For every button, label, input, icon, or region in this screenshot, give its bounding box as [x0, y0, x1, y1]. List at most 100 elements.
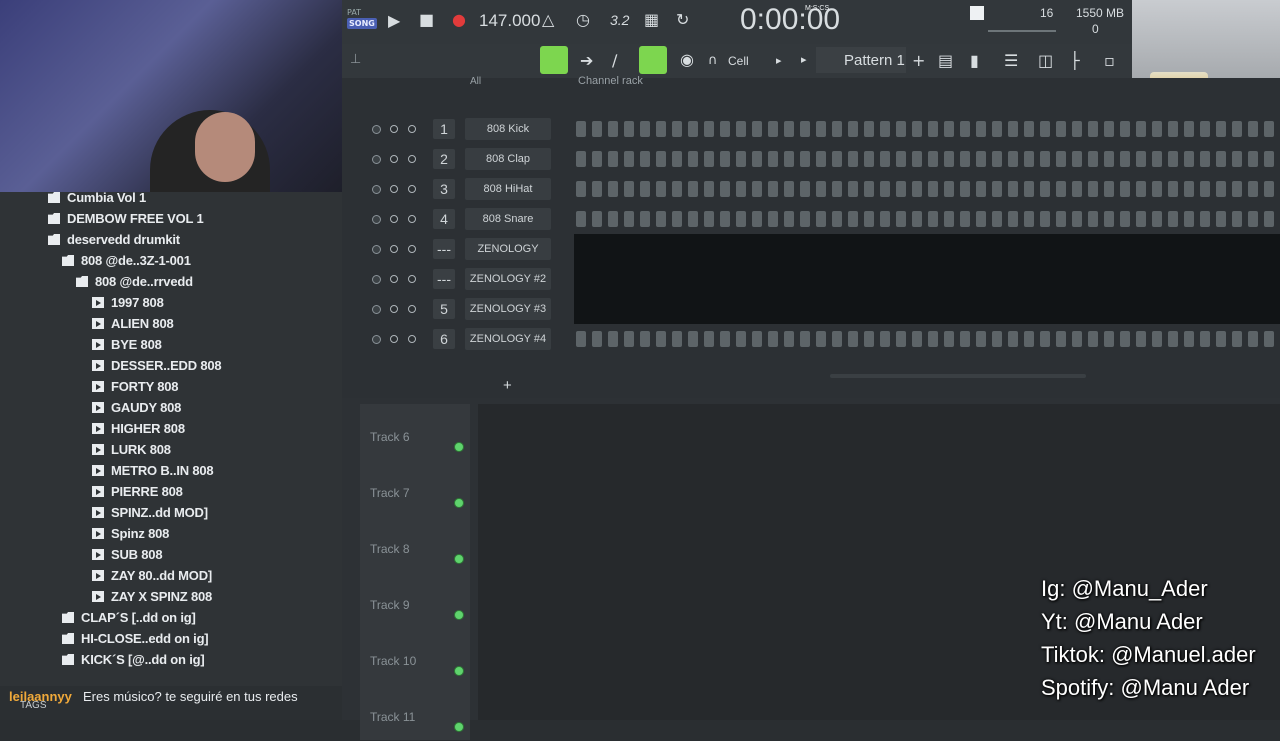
step-button[interactable] — [928, 331, 938, 347]
step-button[interactable] — [1200, 121, 1210, 137]
step-button[interactable] — [896, 181, 906, 197]
step-button[interactable] — [1120, 181, 1130, 197]
step-button[interactable] — [720, 121, 730, 137]
step-button[interactable] — [1040, 181, 1050, 197]
channel-name-button[interactable]: ZENOLOGY #3 — [465, 298, 551, 320]
step-sequencer[interactable] — [576, 178, 1280, 200]
step-button[interactable] — [832, 121, 842, 137]
plugin-icon[interactable]: ◫ — [1038, 51, 1053, 70]
step-button[interactable] — [1216, 181, 1226, 197]
step-button[interactable] — [944, 331, 954, 347]
step-button[interactable] — [784, 121, 794, 137]
step-button[interactable] — [976, 151, 986, 167]
step-button[interactable] — [896, 121, 906, 137]
step-button[interactable] — [576, 151, 586, 167]
step-button[interactable] — [768, 181, 778, 197]
browser-item[interactable]: DESSER..EDD 808 — [92, 356, 222, 376]
step-button[interactable] — [1168, 331, 1178, 347]
step-button[interactable] — [1264, 151, 1274, 167]
step-button[interactable] — [704, 121, 714, 137]
step-button[interactable] — [752, 331, 762, 347]
step-button[interactable] — [656, 181, 666, 197]
step-button[interactable] — [704, 181, 714, 197]
step-button[interactable] — [816, 211, 826, 227]
step-button[interactable] — [672, 121, 682, 137]
step-button[interactable] — [1136, 121, 1146, 137]
step-button[interactable] — [1248, 121, 1258, 137]
step-button[interactable] — [784, 211, 794, 227]
channel-mixer-track[interactable]: --- — [433, 269, 455, 289]
track-header[interactable]: Track 10 — [360, 628, 470, 685]
step-button[interactable] — [608, 151, 618, 167]
channel-name-button[interactable]: 808 Kick — [465, 118, 551, 140]
step-button[interactable] — [1024, 121, 1034, 137]
browser-item[interactable]: FORTY 808 — [92, 377, 179, 397]
step-button[interactable] — [992, 331, 1002, 347]
step-button[interactable] — [688, 121, 698, 137]
channel-mixer-track[interactable]: 6 — [433, 329, 455, 349]
step-button[interactable] — [1248, 211, 1258, 227]
track-enable-led[interactable] — [454, 666, 464, 676]
add-pattern-icon[interactable]: + — [912, 51, 925, 70]
step-button[interactable] — [1056, 121, 1066, 137]
step-button[interactable] — [848, 151, 858, 167]
step-button[interactable] — [608, 181, 618, 197]
channel-mute-led[interactable] — [372, 245, 381, 254]
channel-mute-led[interactable] — [372, 185, 381, 194]
step-button[interactable] — [624, 331, 634, 347]
channel-volume-knob[interactable] — [408, 245, 416, 253]
step-button[interactable] — [1104, 151, 1114, 167]
step-button[interactable] — [1232, 331, 1242, 347]
step-button[interactable] — [1088, 151, 1098, 167]
step-button[interactable] — [1200, 151, 1210, 167]
browser-item[interactable]: 808 @de..rrvedd — [76, 272, 193, 292]
step-button[interactable] — [720, 211, 730, 227]
step-button[interactable] — [976, 121, 986, 137]
step-button[interactable] — [1168, 151, 1178, 167]
step-button[interactable] — [944, 151, 954, 167]
track-header[interactable]: Track 6 — [360, 404, 470, 461]
step-button[interactable] — [992, 151, 1002, 167]
step-button[interactable] — [800, 121, 810, 137]
step-button[interactable] — [672, 211, 682, 227]
step-button[interactable] — [1024, 151, 1034, 167]
step-button[interactable] — [768, 331, 778, 347]
step-button[interactable] — [1168, 211, 1178, 227]
step-button[interactable] — [960, 211, 970, 227]
step-button[interactable] — [1088, 211, 1098, 227]
step-button[interactable] — [944, 121, 954, 137]
channel-name-button[interactable]: ZENOLOGY #2 — [465, 268, 551, 290]
channel-row[interactable]: 1 808 Kick — [342, 114, 1280, 144]
add-channel-button[interactable]: + — [503, 377, 512, 394]
file-icon[interactable]: ▫ — [1104, 51, 1115, 70]
step-button[interactable] — [656, 121, 666, 137]
track-header[interactable]: Track 9 — [360, 572, 470, 629]
step-button[interactable] — [576, 211, 586, 227]
step-button[interactable] — [752, 211, 762, 227]
step-button[interactable] — [1040, 121, 1050, 137]
step-button[interactable] — [976, 331, 986, 347]
step-button[interactable] — [960, 121, 970, 137]
step-button[interactable] — [1184, 151, 1194, 167]
browser-item[interactable]: deservedd drumkit — [48, 230, 180, 250]
step-button[interactable] — [784, 151, 794, 167]
step-button[interactable] — [1008, 211, 1018, 227]
step-button[interactable] — [912, 331, 922, 347]
channel-volume-knob[interactable] — [408, 155, 416, 163]
step-button[interactable] — [1216, 331, 1226, 347]
step-button[interactable] — [592, 211, 602, 227]
channel-mixer-track[interactable]: 2 — [433, 149, 455, 169]
step-button[interactable] — [1040, 331, 1050, 347]
browser-item[interactable]: GAUDY 808 — [92, 398, 181, 418]
step-button[interactable] — [816, 331, 826, 347]
piano-roll-preview[interactable] — [574, 294, 1280, 324]
step-button[interactable] — [624, 211, 634, 227]
link-button[interactable] — [639, 46, 667, 74]
step-button[interactable] — [864, 121, 874, 137]
step-button[interactable] — [960, 181, 970, 197]
step-button[interactable] — [800, 181, 810, 197]
channel-mute-led[interactable] — [372, 305, 381, 314]
step-button[interactable] — [1232, 211, 1242, 227]
browser-item[interactable]: 808 @de..3Z-1-001 — [62, 251, 191, 271]
step-button[interactable] — [576, 181, 586, 197]
